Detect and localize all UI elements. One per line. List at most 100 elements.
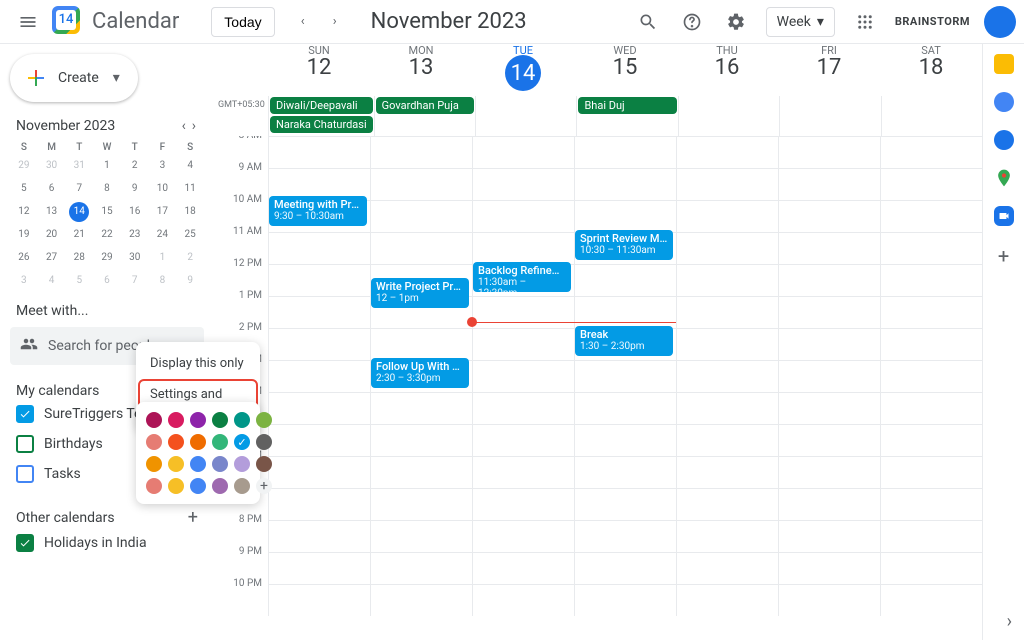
hour-cell[interactable] [370,233,472,264]
hour-cell[interactable] [676,169,778,200]
hour-cell[interactable] [268,233,370,264]
hour-cell[interactable] [370,553,472,584]
mini-day[interactable]: 9 [180,271,200,291]
apps-grid-icon[interactable] [845,2,885,42]
hour-grid[interactable]: 8 AM9 AM10 AM11 AM12 PM1 PM2 PM3 PM4 PM5… [218,136,982,636]
mini-day[interactable]: 9 [125,179,145,199]
mini-day[interactable]: 12 [14,202,34,222]
hour-cell[interactable] [370,393,472,424]
hour-cell[interactable] [472,457,574,488]
mini-day[interactable]: 8 [97,179,117,199]
hour-cell[interactable] [676,137,778,168]
hour-cell[interactable] [880,489,982,520]
hour-cell[interactable] [778,137,880,168]
hour-cell[interactable] [268,457,370,488]
calendar-checkbox[interactable] [16,534,34,552]
allday-event[interactable]: Diwali/Deepavali [270,97,373,114]
hour-cell[interactable] [268,329,370,360]
hour-cell[interactable] [880,361,982,392]
hour-cell[interactable] [880,329,982,360]
hour-cell[interactable] [880,169,982,200]
hour-cell[interactable] [574,425,676,456]
mini-day[interactable]: 5 [69,271,89,291]
hour-cell[interactable] [676,521,778,552]
color-swatch[interactable] [168,434,184,450]
hour-cell[interactable] [778,265,880,296]
hour-cell[interactable] [778,169,880,200]
hour-cell[interactable] [778,457,880,488]
hour-cell[interactable] [268,393,370,424]
next-week-button[interactable]: › [319,6,351,38]
hour-cell[interactable] [676,201,778,232]
hour-cell[interactable] [472,489,574,520]
mini-day[interactable]: 26 [14,248,34,268]
color-swatch[interactable] [146,456,162,472]
hour-cell[interactable] [676,425,778,456]
add-addon-button[interactable]: + [998,244,1009,268]
hour-cell[interactable] [574,553,676,584]
allday-cell[interactable] [779,96,880,136]
color-swatch[interactable] [212,434,228,450]
hour-cell[interactable] [574,169,676,200]
mini-day[interactable]: 7 [125,271,145,291]
calendar-event[interactable]: Write Project Proposal12 – 1pm [371,278,469,308]
day-header[interactable]: TUE14 [472,44,574,96]
day-header[interactable]: SUN12 [268,44,370,96]
hour-cell[interactable] [778,233,880,264]
collapse-panel-icon[interactable]: › [1007,611,1012,632]
hour-cell[interactable] [676,489,778,520]
mini-prev-button[interactable]: ‹ [180,116,188,136]
mini-day[interactable]: 3 [14,271,34,291]
mini-day[interactable]: 24 [152,225,172,245]
account-avatar[interactable] [984,6,1016,38]
help-icon[interactable] [672,2,712,42]
hour-cell[interactable] [574,361,676,392]
hour-cell[interactable] [676,265,778,296]
color-swatch[interactable] [234,412,250,428]
hour-cell[interactable] [880,233,982,264]
mini-day[interactable]: 29 [14,156,34,176]
color-swatch[interactable] [212,456,228,472]
hour-cell[interactable] [880,553,982,584]
mini-day[interactable]: 3 [152,156,172,176]
hour-cell[interactable] [778,553,880,584]
hour-cell[interactable] [880,457,982,488]
color-swatch[interactable] [256,434,272,450]
mini-day[interactable]: 29 [97,248,117,268]
hour-cell[interactable] [574,521,676,552]
hour-cell[interactable] [574,137,676,168]
hour-cell[interactable] [574,297,676,328]
hour-cell[interactable] [880,137,982,168]
add-custom-color[interactable]: + [256,478,272,494]
hour-cell[interactable] [472,233,574,264]
mini-day[interactable]: 4 [180,156,200,176]
hour-cell[interactable] [574,265,676,296]
mini-day[interactable]: 21 [69,225,89,245]
mini-day[interactable]: 20 [42,225,62,245]
mini-day[interactable]: 15 [97,202,117,222]
hour-cell[interactable] [472,329,574,360]
hour-cell[interactable] [268,425,370,456]
mini-day[interactable]: 17 [152,202,172,222]
allday-event[interactable]: Govardhan Puja [376,97,474,114]
hour-cell[interactable] [370,489,472,520]
hour-cell[interactable] [778,329,880,360]
hour-cell[interactable] [472,201,574,232]
hour-cell[interactable] [778,201,880,232]
prev-week-button[interactable]: ‹ [287,6,319,38]
color-swatch[interactable] [168,456,184,472]
hour-cell[interactable] [676,457,778,488]
color-swatch[interactable] [234,456,250,472]
calendar-event[interactable]: Backlog Refinement Meeting11:30am – 12:3… [473,262,571,292]
display-this-only[interactable]: Display this only [136,348,260,379]
settings-gear-icon[interactable] [716,2,756,42]
day-header[interactable]: MON13 [370,44,472,96]
mini-day[interactable]: 11 [180,179,200,199]
hour-cell[interactable] [676,329,778,360]
hour-cell[interactable] [676,361,778,392]
hour-cell[interactable] [880,393,982,424]
allday-cell[interactable]: Diwali/DeepavaliNaraka Chaturdasi [268,96,374,136]
color-swatch[interactable] [256,456,272,472]
hour-cell[interactable] [778,489,880,520]
main-menu-icon[interactable] [8,2,48,42]
